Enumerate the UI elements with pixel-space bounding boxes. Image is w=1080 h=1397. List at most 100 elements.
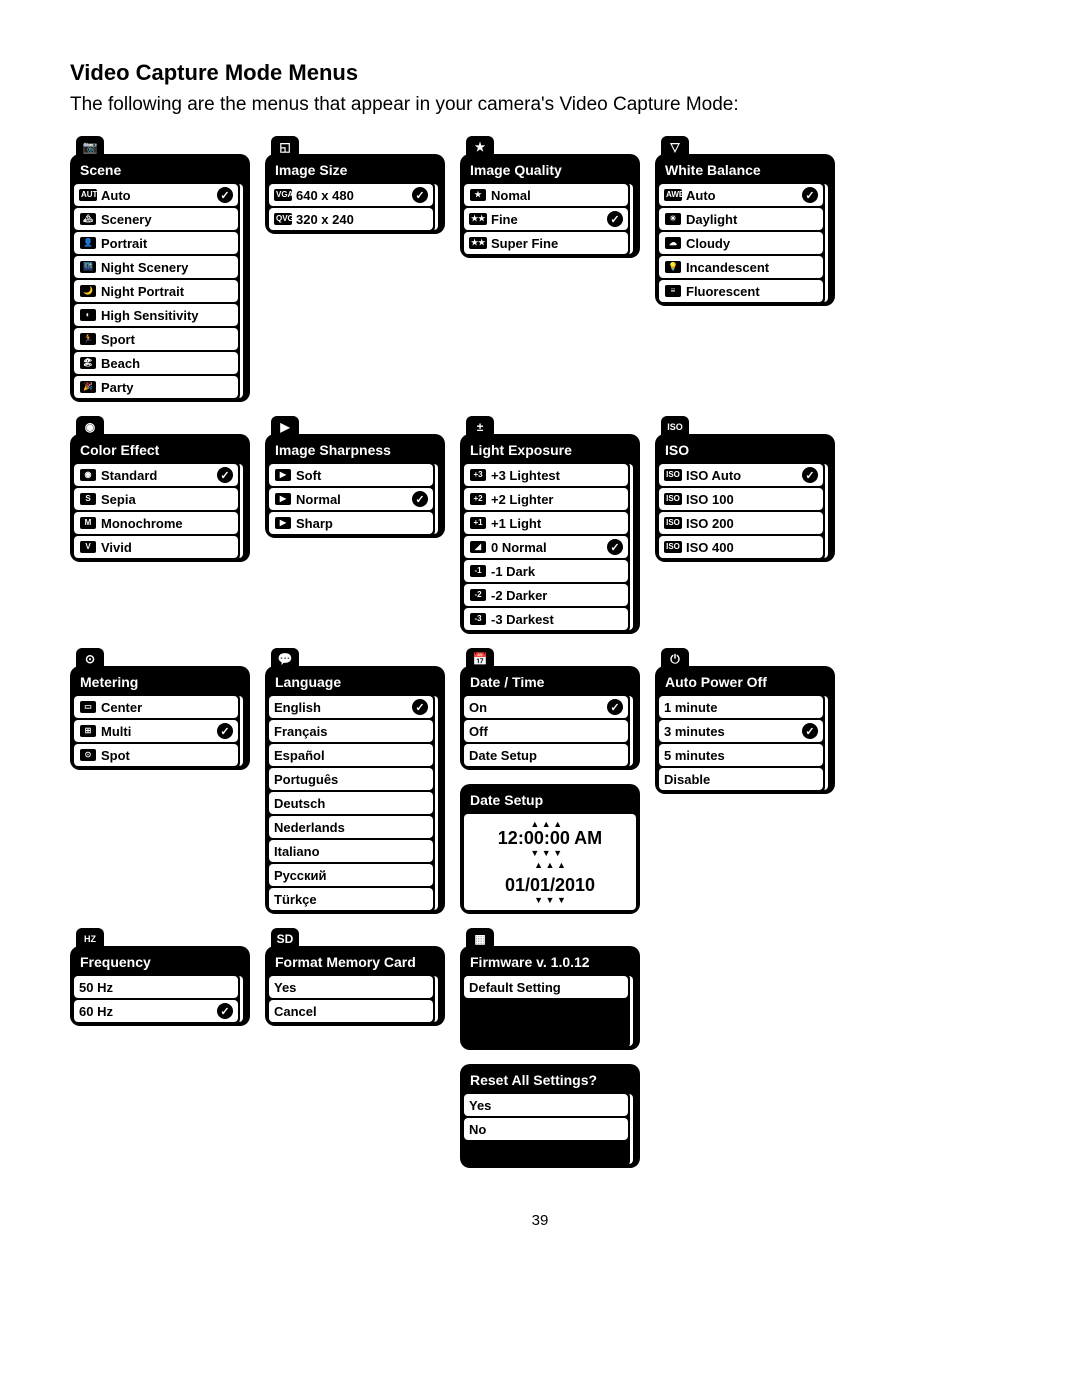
menu-item[interactable]: ◢0 Normal	[464, 536, 628, 558]
menu-item[interactable]: Off	[464, 720, 628, 742]
menu-item[interactable]: 💡Incandescent	[659, 256, 823, 278]
menu-item[interactable]: -1-1 Dark	[464, 560, 628, 582]
menu-item[interactable]: 👤Portrait	[74, 232, 238, 254]
menu-item[interactable]: 60 Hz	[74, 1000, 238, 1022]
item-label: ISO 400	[686, 540, 818, 555]
menu-title: Light Exposure	[464, 438, 636, 464]
item-label: Beach	[101, 356, 233, 371]
menu-item[interactable]: +3+3 Lightest	[464, 464, 628, 486]
menu-item[interactable]: Cancel	[269, 1000, 433, 1022]
menu-item[interactable]: ★Nomal	[464, 184, 628, 206]
menu-item[interactable]: No	[464, 1118, 628, 1140]
menu-item[interactable]: 🏃Sport	[74, 328, 238, 350]
menu-item[interactable]: ISO ISO 200	[659, 512, 823, 534]
menu-item[interactable]: VGA640 x 480	[269, 184, 433, 206]
menu-item[interactable]: ☁Cloudy	[659, 232, 823, 254]
menu-item[interactable]: ⊞Multi	[74, 720, 238, 742]
menu-item[interactable]: 🌃Night Scenery	[74, 256, 238, 278]
menu-item[interactable]: 🏖Beach	[74, 352, 238, 374]
menu-item[interactable]: ▶Sharp	[269, 512, 433, 534]
item-icon: ISO	[664, 516, 682, 530]
menu-item[interactable]: MMonochrome	[74, 512, 238, 534]
menu-item[interactable]: 3 minutes	[659, 720, 823, 742]
menu-item[interactable]: English	[269, 696, 433, 718]
menu-item[interactable]: Русский	[269, 864, 433, 886]
menu-title: Image Size	[269, 158, 441, 184]
menu-item[interactable]: ★★Fine	[464, 208, 628, 230]
check-icon	[607, 539, 623, 555]
menu-item[interactable]: 50 Hz	[74, 976, 238, 998]
check-icon	[217, 467, 233, 483]
menu-item[interactable]: SSepia	[74, 488, 238, 510]
menu-item[interactable]: 🌙Night Portrait	[74, 280, 238, 302]
date-setup-body[interactable]: ▲ ▲ ▲ 12:00:00 AM ▼ ▼ ▼ ▲ ▲ ▲ 01/01/2010…	[464, 814, 636, 910]
item-label: -2 Darker	[491, 588, 623, 603]
item-icon: AUTO	[79, 188, 97, 202]
item-icon: ◐	[79, 308, 97, 322]
item-label: Disable	[664, 772, 818, 787]
item-icon: 🏔	[79, 212, 97, 226]
menu-item[interactable]: On	[464, 696, 628, 718]
menu-item[interactable]: -3-3 Darkest	[464, 608, 628, 630]
menu-item[interactable]: 1 minute	[659, 696, 823, 718]
item-label: 3 minutes	[664, 724, 802, 739]
menu-item[interactable]: AUTOAuto	[74, 184, 238, 206]
menu-item[interactable]: Deutsch	[269, 792, 433, 814]
menu-item[interactable]: ◉Standard	[74, 464, 238, 486]
menu-title: Metering	[74, 670, 246, 696]
date-setup-date: 01/01/2010	[468, 875, 632, 896]
menu-item[interactable]: VVivid	[74, 536, 238, 558]
menu-item[interactable]: +1+1 Light	[464, 512, 628, 534]
menu-item[interactable]: AWB Auto	[659, 184, 823, 206]
menu-item[interactable]: QVGA320 x 240	[269, 208, 433, 230]
menu-item[interactable]: ★★Super Fine	[464, 232, 628, 254]
item-label: Scenery	[101, 212, 233, 227]
menu-item[interactable]: Disable	[659, 768, 823, 790]
menu-language: LanguageEnglishFrançaisEspañolPortuguêsD…	[265, 666, 445, 914]
item-label: Auto	[686, 188, 802, 203]
menu-item[interactable]: ☀Daylight	[659, 208, 823, 230]
item-label: ISO 200	[686, 516, 818, 531]
item-label: Français	[274, 724, 428, 739]
menu-item[interactable]: ▭Center	[74, 696, 238, 718]
menu-item[interactable]: Yes	[464, 1094, 628, 1116]
menu-item[interactable]: ≡Fluorescent	[659, 280, 823, 302]
menu-item[interactable]: Yes	[269, 976, 433, 998]
item-label: Yes	[469, 1098, 623, 1113]
menu-item[interactable]: Português	[269, 768, 433, 790]
item-label: Daylight	[686, 212, 818, 227]
menu-item[interactable]: ⊙Spot	[74, 744, 238, 766]
menu-item[interactable]: 🎉Party	[74, 376, 238, 398]
item-icon: AWB	[664, 188, 682, 202]
menu-item[interactable]: Français	[269, 720, 433, 742]
item-label: Incandescent	[686, 260, 818, 275]
menu-item[interactable]: ▶Soft	[269, 464, 433, 486]
item-label: Multi	[101, 724, 217, 739]
menu-item[interactable]: 5 minutes	[659, 744, 823, 766]
menu-item[interactable]: Türkçe	[269, 888, 433, 910]
menu-item[interactable]: ISOISO Auto	[659, 464, 823, 486]
menu-item[interactable]: ◐High Sensitivity	[74, 304, 238, 326]
menu-item[interactable]: Nederlands	[269, 816, 433, 838]
menu-item[interactable]: ▶Normal	[269, 488, 433, 510]
menu-item[interactable]: +2+2 Lighter	[464, 488, 628, 510]
menu-item[interactable]: ISOISO 100	[659, 488, 823, 510]
item-label: Português	[274, 772, 428, 787]
menu-item[interactable]: 🏔 Scenery	[74, 208, 238, 230]
item-icon: ★★	[469, 236, 487, 250]
item-icon: ISO	[664, 468, 682, 482]
check-icon	[607, 699, 623, 715]
check-icon	[412, 187, 428, 203]
menu-item[interactable]: Date Setup	[464, 744, 628, 766]
menu-item[interactable]: -2-2 Darker	[464, 584, 628, 606]
item-label: Cloudy	[686, 236, 818, 251]
menu-item[interactable]: ISOISO 400	[659, 536, 823, 558]
check-icon	[412, 491, 428, 507]
menu-item[interactable]: Italiano	[269, 840, 433, 862]
item-icon: ⊙	[79, 748, 97, 762]
menu-scene: SceneAUTOAuto🏔Scenery👤Portrait🌃Night Sce…	[70, 154, 250, 402]
menu-item[interactable]: Español	[269, 744, 433, 766]
check-icon	[217, 723, 233, 739]
menu-light-exposure: Light Exposure+3+3 Lightest+2+2 Lighter+…	[460, 434, 640, 634]
menu-item[interactable]: Default Setting	[464, 976, 628, 998]
